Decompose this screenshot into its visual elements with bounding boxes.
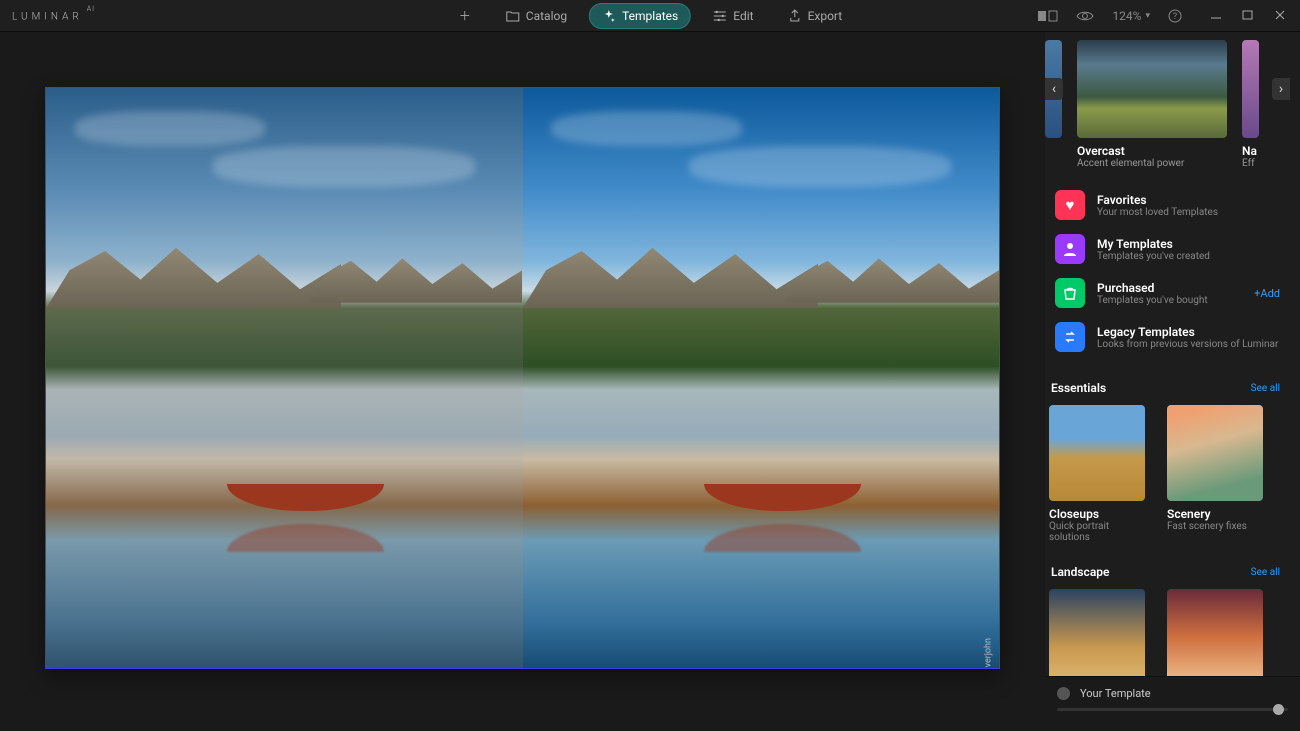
template-scenery[interactable]: Scenery Fast scenery fixes (1167, 405, 1263, 543)
card-title: Scenery (1167, 507, 1263, 521)
category-favorites[interactable]: ♥ FavoritesYour most loved Templates (1051, 183, 1284, 227)
closeups-thumb (1049, 405, 1145, 501)
export-tab[interactable]: Export (776, 4, 855, 28)
comparison-photo[interactable]: © Silverjohn (45, 87, 1000, 669)
category-list: ♥ FavoritesYour most loved Templates My … (1051, 183, 1284, 359)
swap-icon (1055, 322, 1085, 352)
window-controls (1210, 9, 1288, 23)
watermark: © Silverjohn (983, 638, 993, 669)
cat-sub: Looks from previous versions of Luminar (1097, 339, 1278, 350)
slider-label: Your Template (1080, 687, 1151, 700)
svg-text:?: ? (1173, 12, 1177, 22)
before-half (46, 88, 523, 668)
landscape-header: Landscape See all (1045, 561, 1290, 589)
after-half (523, 88, 1000, 668)
essentials-grid: Closeups Quick portrait solutions Scener… (1045, 405, 1290, 561)
cat-sub: Your most loved Templates (1097, 207, 1218, 218)
cat-title: Favorites (1097, 193, 1218, 207)
cat-title: Legacy Templates (1097, 325, 1278, 339)
carousel-title: Overcast (1077, 144, 1227, 158)
add-purchased-link[interactable]: +Add (1254, 287, 1280, 300)
sliders-icon (713, 9, 727, 23)
person-icon (1055, 234, 1085, 264)
app-suffix: AI (87, 5, 95, 13)
app-logo: LUMINARAI (12, 9, 95, 22)
city-thumb (1049, 589, 1145, 685)
bag-icon (1055, 278, 1085, 308)
catalog-label: Catalog (526, 9, 567, 23)
compare-icon[interactable] (1038, 10, 1058, 22)
template-closeups[interactable]: Closeups Quick portrait solutions (1049, 405, 1145, 543)
preview-icon[interactable] (1076, 10, 1094, 22)
app-name: LUMINAR (12, 11, 83, 22)
carousel-item-partial-left[interactable] (1045, 40, 1062, 169)
cat-sub: Templates you've created (1097, 251, 1210, 262)
zoom-level[interactable]: 124% ▾ (1112, 9, 1150, 23)
carousel-next[interactable]: › (1272, 78, 1290, 100)
minimize-button[interactable] (1210, 9, 1224, 23)
zoom-value: 124% (1112, 9, 1141, 23)
see-all-link[interactable]: See all (1251, 383, 1280, 394)
heart-icon: ♥ (1055, 190, 1085, 220)
templates-sidebar: ‹ Overcast Accent elemental power Na Eff… (1045, 32, 1300, 731)
templates-tab[interactable]: Templates (589, 3, 691, 29)
catalog-tab[interactable]: Catalog (494, 4, 579, 28)
add-button[interactable]: ＋ (446, 4, 484, 28)
templates-label: Templates (622, 9, 678, 23)
see-all-link[interactable]: See all (1251, 567, 1280, 578)
sparkle-icon (602, 9, 616, 23)
essentials-header: Essentials See all (1045, 377, 1290, 405)
export-icon (788, 9, 802, 23)
main-nav: ＋ Catalog Templates Edit Export (446, 3, 854, 29)
cat-sub: Templates you've bought (1097, 295, 1208, 306)
export-label: Export (808, 9, 843, 23)
carousel-item-partial-right[interactable]: Na Eff (1242, 40, 1259, 169)
card-sub: Quick portrait solutions (1049, 521, 1145, 543)
cat-title: Purchased (1097, 281, 1208, 295)
maximize-button[interactable] (1242, 9, 1256, 23)
top-bar: LUMINARAI ＋ Catalog Templates Edit Expor… (0, 0, 1300, 32)
strength-slider[interactable] (1057, 708, 1288, 711)
edit-label: Edit (733, 9, 753, 23)
help-icon[interactable]: ? (1168, 9, 1182, 23)
suggestions-carousel: ‹ Overcast Accent elemental power Na Eff… (1045, 40, 1290, 169)
right-controls: 124% ▾ ? (1038, 9, 1288, 23)
category-legacy[interactable]: Legacy TemplatesLooks from previous vers… (1051, 315, 1284, 359)
carousel-sub: Accent elemental power (1077, 158, 1227, 169)
main-area: © Silverjohn ‹ Overcast Accent elemental… (0, 32, 1300, 731)
template-dot-icon (1057, 687, 1070, 700)
overcast-thumb (1077, 40, 1227, 138)
scenery-thumb (1167, 405, 1263, 501)
image-viewer: © Silverjohn (0, 32, 1045, 731)
section-title: Essentials (1051, 381, 1106, 395)
close-button[interactable] (1274, 9, 1288, 23)
carousel-item-overcast[interactable]: Overcast Accent elemental power (1077, 40, 1227, 169)
cat-title: My Templates (1097, 237, 1210, 251)
folder-icon (506, 9, 520, 23)
carousel-prev[interactable]: ‹ (1045, 78, 1063, 100)
category-my-templates[interactable]: My TemplatesTemplates you've created (1051, 227, 1284, 271)
card-sub: Fast scenery fixes (1167, 521, 1263, 532)
sunset-thumb (1167, 589, 1263, 685)
card-title: Closeups (1049, 507, 1145, 521)
edit-tab[interactable]: Edit (701, 4, 765, 28)
category-purchased[interactable]: PurchasedTemplates you've bought +Add (1051, 271, 1284, 315)
chevron-down-icon: ▾ (1145, 11, 1150, 21)
slider-thumb[interactable] (1273, 704, 1284, 715)
plus-icon: ＋ (458, 9, 472, 23)
template-strength-panel: Your Template (1045, 676, 1300, 731)
section-title: Landscape (1051, 565, 1109, 579)
